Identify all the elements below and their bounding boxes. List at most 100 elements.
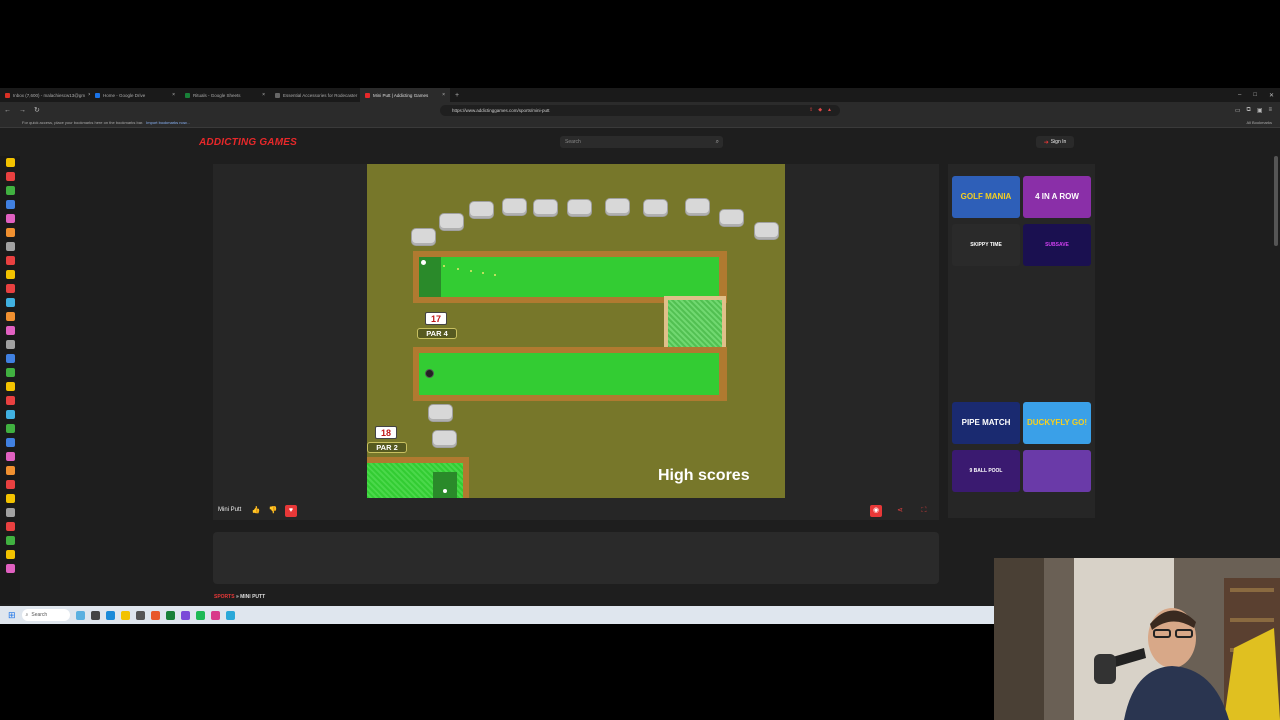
par-label-18: PAR 2: [367, 442, 407, 453]
windows-start-icon[interactable]: ⊞: [8, 610, 16, 621]
category-icon[interactable]: [5, 326, 15, 335]
category-icon[interactable]: [5, 284, 15, 293]
category-icon[interactable]: [5, 410, 15, 419]
extensions-icon[interactable]: ⧉: [1247, 107, 1251, 114]
app-icon[interactable]: [210, 610, 220, 620]
category-icon[interactable]: [5, 382, 15, 391]
hole-number-18: 18: [375, 426, 397, 439]
new-tab-button[interactable]: +: [450, 92, 464, 99]
close-icon[interactable]: ×: [262, 92, 265, 98]
file-explorer-icon[interactable]: [120, 610, 130, 620]
tab-inbox[interactable]: Inbox (7,600) - malachiescw13@gm ×: [0, 88, 90, 102]
share-icon[interactable]: ⋖: [894, 505, 906, 517]
edge-icon[interactable]: [105, 610, 115, 620]
breadcrumb-category[interactable]: SPORTS: [214, 594, 235, 600]
game-thumbnail[interactable]: SKIPPY TIME: [952, 224, 1020, 266]
sign-in-button[interactable]: ➜ Sign In: [1036, 136, 1074, 148]
breadcrumb: SPORTS » MINI PUTT: [214, 594, 266, 600]
category-icon[interactable]: [5, 550, 15, 559]
category-icon[interactable]: [5, 242, 15, 251]
category-icon[interactable]: [5, 172, 15, 181]
game-thumbnail[interactable]: 4 IN A ROW: [1023, 176, 1091, 218]
category-icon[interactable]: [5, 508, 15, 517]
sidebar-icon[interactable]: ▭: [1235, 107, 1241, 114]
site-logo[interactable]: ADDICTING GAMES: [199, 137, 297, 148]
browser-tools: ▭ ⧉ ▣ ≡: [1235, 107, 1272, 114]
category-icon[interactable]: [5, 298, 15, 307]
thumbs-down-icon[interactable]: 👎: [267, 505, 279, 517]
category-icon[interactable]: [5, 480, 15, 489]
gamepad-icon[interactable]: ◉: [870, 505, 882, 517]
sheets-icon[interactable]: [165, 610, 175, 620]
search-icon: ⌕: [25, 612, 29, 618]
category-icon[interactable]: [5, 312, 15, 321]
high-scores-button[interactable]: High scores: [658, 467, 750, 485]
search-icon[interactable]: ⌕: [716, 139, 719, 146]
wallet-icon[interactable]: ▣: [1257, 107, 1263, 114]
maximize-icon[interactable]: □: [1253, 92, 1257, 99]
app-icon[interactable]: [180, 610, 190, 620]
category-icon[interactable]: [5, 536, 15, 545]
spotify-icon[interactable]: [195, 610, 205, 620]
store-icon[interactable]: [135, 610, 145, 620]
category-icon[interactable]: [5, 424, 15, 433]
close-window-icon[interactable]: ✕: [1269, 92, 1274, 99]
scrollbar[interactable]: [1274, 156, 1278, 246]
back-icon[interactable]: ←: [4, 107, 11, 114]
category-icon[interactable]: [5, 368, 15, 377]
category-icon[interactable]: [5, 228, 15, 237]
close-icon[interactable]: ×: [442, 92, 445, 98]
category-icon[interactable]: [5, 452, 15, 461]
aim-dot: [494, 274, 496, 276]
category-icon[interactable]: [5, 214, 15, 223]
game-thumbnail[interactable]: SUBSAVE: [1023, 224, 1091, 266]
thumbs-up-icon[interactable]: 👍: [250, 505, 262, 517]
app-icon[interactable]: [225, 610, 235, 620]
category-icon[interactable]: [5, 256, 15, 265]
url-bar[interactable]: https://www.addictinggames.com/sports/mi…: [440, 104, 840, 116]
category-icon[interactable]: [5, 494, 15, 503]
widgets-icon[interactable]: [75, 610, 85, 620]
fullscreen-icon[interactable]: ⛶: [918, 505, 930, 517]
category-icon[interactable]: [5, 186, 15, 195]
task-view-icon[interactable]: [90, 610, 100, 620]
aim-dot: [457, 268, 459, 270]
close-icon[interactable]: ×: [172, 92, 175, 98]
tab-rodecaster[interactable]: Essential Accessories for Rodecaster×: [270, 88, 360, 102]
menu-icon[interactable]: ≡: [1268, 107, 1272, 114]
rewards-icon[interactable]: ▲: [827, 107, 832, 113]
tab-drive[interactable]: Home - Google Drive ×: [90, 88, 180, 102]
category-icon[interactable]: [5, 270, 15, 279]
game-thumbnail[interactable]: DUCKYFLY GO!: [1023, 402, 1091, 444]
favorite-heart-icon[interactable]: ♥: [285, 505, 297, 517]
breadcrumb-page: MINI PUTT: [240, 594, 266, 600]
category-icon[interactable]: [5, 564, 15, 573]
minimize-icon[interactable]: –: [1238, 92, 1241, 99]
game-thumbnail[interactable]: [1023, 450, 1091, 492]
import-bookmarks-link[interactable]: Import bookmarks now...: [146, 120, 190, 125]
tab-sheets[interactable]: Rituals - Google Sheets ×: [180, 88, 270, 102]
category-icon[interactable]: [5, 340, 15, 349]
brave-icon[interactable]: [150, 610, 160, 620]
search-input[interactable]: Search ⌕: [560, 136, 723, 148]
rock-obstacle: [685, 198, 710, 216]
share-icon[interactable]: ⇪: [809, 107, 813, 113]
category-icon[interactable]: [5, 158, 15, 167]
taskbar-search[interactable]: ⌕ Search: [21, 609, 70, 621]
category-icon[interactable]: [5, 522, 15, 531]
category-icon[interactable]: [5, 466, 15, 475]
game-thumbnail[interactable]: 9 BALL POOL: [952, 450, 1020, 492]
category-icon[interactable]: [5, 200, 15, 209]
addicting-games-icon: [365, 92, 370, 98]
tab-mini-putt[interactable]: Mini Putt | Addicting Games ×: [360, 88, 450, 102]
forward-icon[interactable]: →: [19, 107, 26, 114]
category-icon[interactable]: [5, 396, 15, 405]
reload-icon[interactable]: ↻: [34, 106, 40, 114]
game-canvas[interactable]: 17 PAR 4 18 PAR 2 High scores: [367, 164, 785, 498]
game-thumbnail[interactable]: GOLF MANIA: [952, 176, 1020, 218]
all-bookmarks[interactable]: All Bookmarks: [1246, 120, 1272, 125]
brave-shield-icon[interactable]: ◆: [818, 107, 822, 113]
category-icon[interactable]: [5, 438, 15, 447]
game-thumbnail[interactable]: PIPE MATCH: [952, 402, 1020, 444]
category-icon[interactable]: [5, 354, 15, 363]
